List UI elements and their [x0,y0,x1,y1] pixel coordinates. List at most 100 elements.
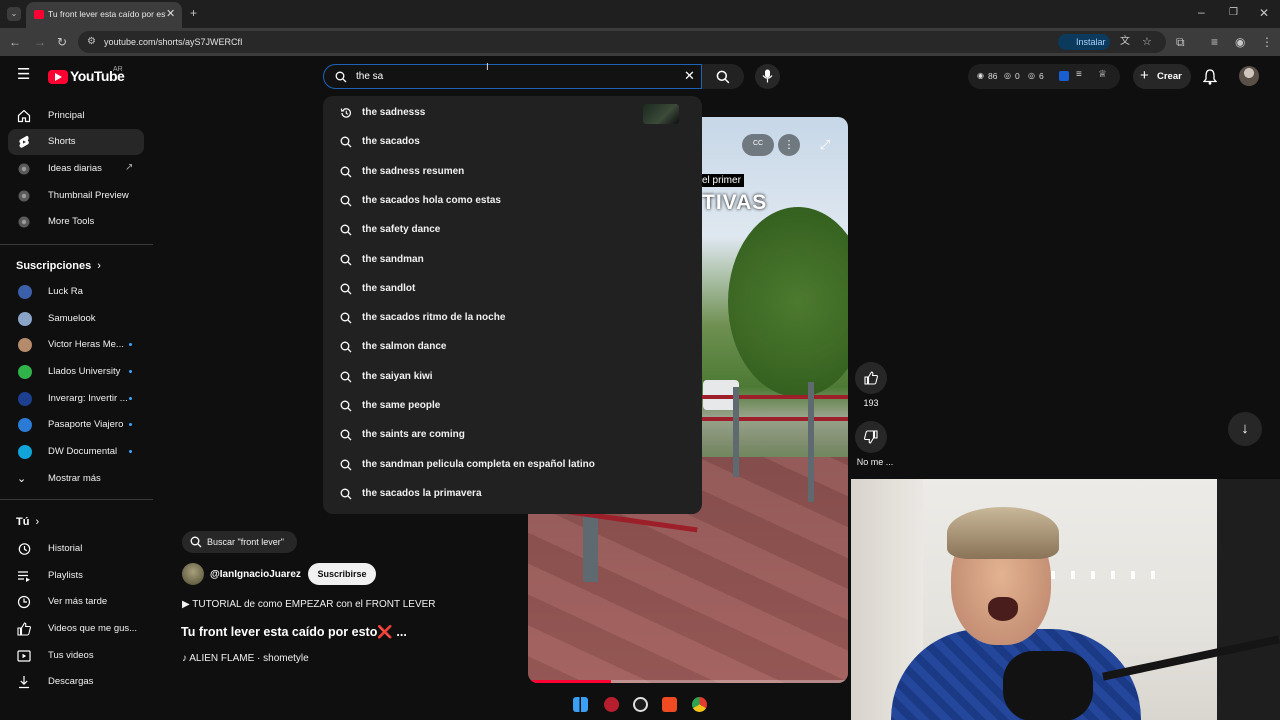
music-credit[interactable]: ♪ ALIEN FLAME · shometyle [182,653,309,664]
hamburger-menu-icon[interactable]: ☰ [17,67,30,82]
sidebar-channel-samuelook[interactable]: Samuelook [8,306,144,332]
search-suggestion-item[interactable]: the sandman pelicula completa en español… [323,450,702,479]
sidebar-item-tus-videos[interactable]: Tus videos [8,643,144,669]
create-button[interactable]: + Crear [1133,64,1191,89]
extensions-icon[interactable]: ⧉ [1176,36,1185,48]
suggestion-text: the sadness resumen [362,165,465,177]
sidebar-item-videos-que-me-gus[interactable]: Videos que me gus... [8,616,144,642]
channel-name[interactable]: @IanIgnacioJuarez [210,569,301,580]
search-suggestion-item[interactable]: the sacados hola como estas [323,186,702,215]
search-suggestion-item[interactable]: the saints are coming [323,420,702,449]
search-icon [335,71,347,83]
search-suggestion-item[interactable]: the salmon dance [323,332,702,361]
sidebar-item-historial[interactable]: Historial [8,536,144,562]
like-button[interactable] [855,362,887,394]
search-icon [340,312,352,324]
sidebar-item-more-tools[interactable]: More Tools [8,209,144,235]
next-video-button[interactable]: ↓ [1228,412,1262,446]
sidebar-item-descargas[interactable]: Descargas [8,669,144,695]
extension-stats-pill[interactable]: ◉ 86 ◎ 0 ◎ 6 ≡ ♕ [968,64,1120,89]
sidebar-item-principal[interactable]: Principal [8,103,144,129]
captions-button[interactable]: CC [742,134,774,156]
search-icon [340,224,352,236]
list-icon[interactable]: ≡ [1076,69,1082,80]
search-suggestion-item[interactable]: the same people [323,391,702,420]
sidebar-item-thumbnail-preview[interactable]: Thumbnail Preview [8,183,144,209]
browser-tab[interactable]: Tu front lever esta caído por esto ✕ [26,2,182,28]
forward-icon[interactable]: → [34,36,46,48]
app-icon[interactable] [633,697,648,712]
sidebar-channel-inverarg-invertir[interactable]: Inverarg: Invertir ... [8,386,144,412]
voice-search-button[interactable] [755,64,780,89]
media-icon[interactable]: ≡ [1211,36,1218,48]
search-suggestion-item[interactable]: the saiyan kiwi [323,362,702,391]
search-suggestions-dropdown: the sadnesss the sacados the sadness resum… [323,96,702,514]
sidebar-channel-llados-university[interactable]: Llados University [8,359,144,385]
search-suggestion-item[interactable]: the sacados la primavera [323,479,702,508]
search-button[interactable] [702,64,744,89]
close-tab-icon[interactable]: ✕ [166,7,175,20]
sidebar-item-playlists[interactable]: Playlists [8,563,144,589]
site-info-icon[interactable]: ⚙ [87,36,96,48]
translate-icon[interactable]: 文 [1120,36,1130,48]
webcam-person-hair [947,507,1059,559]
minimize-icon[interactable]: – [1198,6,1205,18]
you-heading[interactable]: Tú › [16,516,39,528]
search-suggestion-item[interactable]: the sandlot [323,274,702,303]
search-suggestion-item[interactable]: the sacados ritmo de la noche [323,303,702,332]
sidebar-item-ideas-diarias[interactable]: ↗ Ideas diarias [8,156,144,182]
subscriptions-heading[interactable]: Suscripciones › [16,260,101,272]
dislike-button[interactable] [855,421,887,453]
tab-list-icon[interactable]: ⌄ [7,7,21,21]
search-suggestion-item[interactable]: the sadness resumen [323,157,702,186]
video-title[interactable]: Tu front lever esta caído por esto❌ ... [181,625,407,640]
subscribe-button[interactable]: Suscribirse [308,563,376,585]
sidebar-channel-dw-documental[interactable]: DW Documental [8,439,144,465]
more-options-icon[interactable]: ⋮ [778,134,800,156]
trophy-icon[interactable]: ♕ [1098,69,1107,80]
video-progress-bar[interactable] [528,680,848,683]
video-description[interactable]: ▶ TUTORIAL de como EMPEZAR con el FRONT … [182,599,436,610]
search-suggestion-item[interactable]: the sandman [323,245,702,274]
chrome-browser-icon[interactable] [692,697,707,712]
sidebar-channel-luck-ra[interactable]: Luck Ra [8,279,144,305]
bookmark-star-icon[interactable]: ☆ [1142,36,1152,48]
sidebar-channel-victor-heras-me[interactable]: Victor Heras Me... [8,332,144,358]
close-window-icon[interactable]: ✕ [1259,7,1269,19]
clear-search-icon[interactable]: ✕ [684,69,695,82]
restore-icon[interactable]: ❐ [1229,7,1238,19]
channel-avatar[interactable] [182,563,204,585]
sidebar-item-shorts[interactable]: Shorts [8,129,144,155]
extension-badge-icon[interactable] [1059,71,1069,81]
notifications-bell-icon[interactable] [1203,69,1217,85]
profile-icon[interactable]: ◉ [1235,36,1245,48]
windows-start-icon[interactable] [573,697,588,712]
sidebar-item-label: Ideas diarias [48,163,102,174]
back-icon[interactable]: ← [9,36,21,48]
subscribe-label: Suscribirse [317,569,367,579]
browser-menu-icon[interactable]: ⋮ [1261,36,1273,48]
related-search-chip[interactable]: Buscar "front lever" [182,531,297,553]
sidebar-item-ver-m-s-tarde[interactable]: Ver más tarde [8,589,144,615]
app-icon[interactable] [604,697,619,712]
search-icon [340,283,352,295]
webcam-microphone [1003,651,1093,720]
suggestion-text: the sacados [362,136,420,148]
sidebar-show-more[interactable]: ⌄ Mostrar más [8,466,144,492]
sidebar-item-label: Videos que me gus... [48,623,138,634]
youtube-logo-icon[interactable] [48,70,68,84]
install-app-button[interactable]: Instalar [1058,34,1110,50]
sidebar-channel-pasaporte-viajero[interactable]: Pasaporte Viajero [8,412,144,438]
search-input[interactable]: the sa I ✕ [323,62,702,89]
search-suggestion-item[interactable]: the safety dance [323,215,702,244]
address-bar[interactable]: ⚙ youtube.com/shorts/ayS7JWERCfI Instala… [78,31,1166,53]
chevron-right-icon: › [35,516,40,528]
account-avatar[interactable] [1239,66,1259,86]
search-suggestion-item[interactable]: the sacados [323,127,702,156]
reload-icon[interactable]: ↻ [57,36,67,48]
search-suggestion-item[interactable]: the sadnesss [323,98,702,127]
brave-browser-icon[interactable] [662,697,677,712]
new-tab-icon[interactable]: + [190,7,197,19]
fullscreen-icon[interactable]: ⤢ [814,134,836,156]
sidebar-item-label: Samuelook [48,313,96,324]
